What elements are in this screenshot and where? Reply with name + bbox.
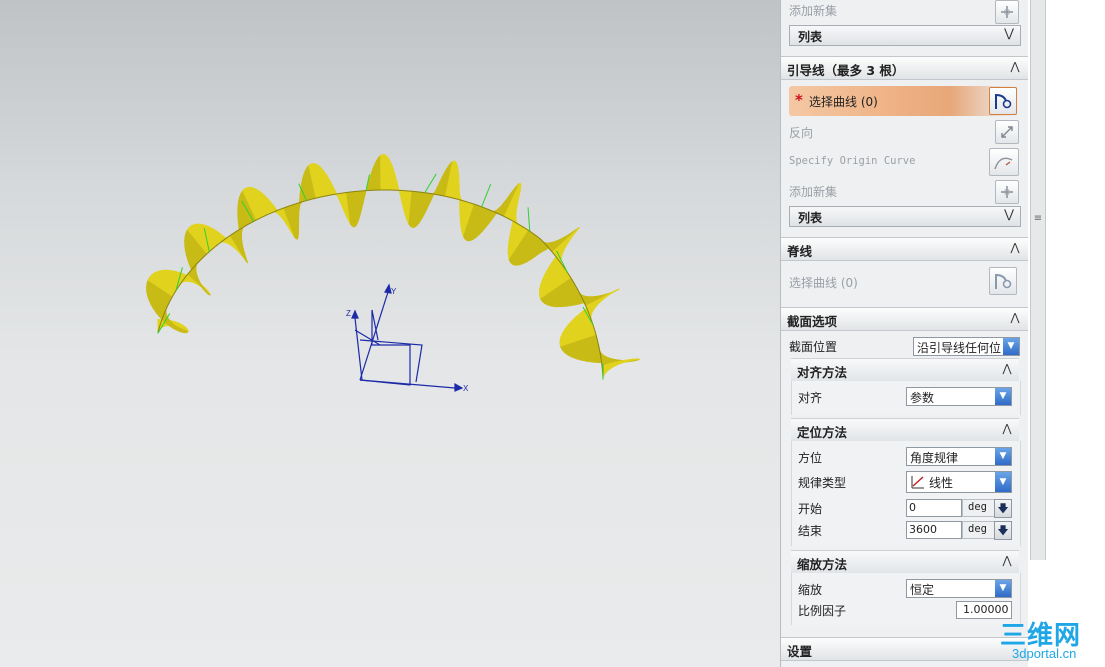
site-watermark: 三维网 3dportal.cn [1000,615,1100,667]
axis-x-label: X [463,384,469,393]
chevron-up-icon[interactable]: ⋀ [999,552,1015,570]
chevron-down-icon: ⋁ [1004,26,1014,40]
select-guide-curve-row[interactable]: * 选择曲线 (0) [789,86,1019,116]
section-spine-header[interactable]: 脊线 ⋀ [781,237,1029,261]
section-options-header[interactable]: 截面选项 ⋀ [781,307,1029,331]
add-set-icon [1001,6,1013,18]
watermark-site: 3dportal.cn [1012,646,1077,661]
scale-factor-label: 比例因子 [798,604,847,618]
axis-y-label: Y [391,287,397,296]
end-unit-label: deg [968,523,987,535]
list-bar-top[interactable]: 列表 ⋁ [789,25,1021,46]
law-type-select[interactable]: 线性 ▼ [906,471,1012,493]
graphics-viewport[interactable]: X Y Z [0,0,780,667]
origin-curve-icon [994,157,1013,170]
chevron-up-icon[interactable]: ⋀ [999,360,1015,378]
section-guides-header[interactable]: 引导线（最多 3 根） ⋀ [781,56,1029,80]
down-arrow-icon: 🡇 [997,502,1009,515]
specify-origin-curve-button[interactable] [989,148,1019,176]
section-settings-title: 设置 [787,644,813,659]
section-position-select[interactable]: 沿引导线任何位 ▼ [913,337,1020,356]
chevron-up-icon[interactable]: ⋀ [1007,239,1023,257]
scale-select[interactable]: 恒定 ▼ [906,579,1012,598]
orientation-select[interactable]: 角度规律 ▼ [906,447,1012,466]
scale-value: 恒定 [910,583,935,597]
orientation-value: 角度规律 [910,451,959,465]
section-position-label: 截面位置 [789,340,838,354]
end-options-button[interactable]: 🡇 [994,521,1012,540]
alignment-label: 对齐 [798,391,823,405]
alignment-value: 参数 [910,391,935,405]
curve-select-icon [995,273,1012,289]
orientation-method-header[interactable]: 定位方法 ⋀ [791,418,1019,441]
linear-law-icon [911,476,924,489]
down-arrow-icon: 🡇 [997,524,1009,537]
spine-select-curve-label: 选择曲线 (0) [789,276,858,290]
panel-scrollbar[interactable]: ≡ [1030,0,1046,560]
axis-z-label: Z [346,309,351,318]
dropdown-arrow-icon: ▼ [995,388,1011,405]
spine-select-curve-button[interactable] [989,267,1017,295]
orientation-label: 方位 [798,451,823,465]
scaling-method-body: 缩放 恒定 ▼ 比例因子 1.00000 [791,573,1021,625]
start-value: 0 [909,501,916,514]
chevron-up-icon[interactable]: ⋀ [999,420,1015,438]
curve-select-icon [995,93,1012,109]
alignment-method-body: 对齐 参数 ▼ [791,381,1021,415]
end-unit: deg [962,521,998,539]
scaling-method-header[interactable]: 缩放方法 ⋀ [791,550,1019,573]
select-guide-curve-label: 选择曲线 (0) [809,95,878,109]
end-value: 3600 [909,523,937,536]
chevron-down-icon: ⋁ [1004,207,1014,221]
scaling-method-title: 缩放方法 [797,557,848,572]
section-position-value: 沿引导线任何位 [917,341,1002,355]
alignment-method-header[interactable]: 对齐方法 ⋀ [791,358,1019,381]
start-label: 开始 [798,502,823,516]
end-label: 结束 [798,524,823,538]
scale-label: 缩放 [798,583,823,597]
law-type-value: 线性 [929,476,954,490]
dropdown-arrow-icon: ▼ [995,580,1011,597]
select-curve-button[interactable] [989,87,1017,115]
list-label-top: 列表 [798,30,823,44]
section-settings-header[interactable]: 设置 [781,637,1029,661]
guides-list-bar[interactable]: 列表 ⋁ [789,206,1021,227]
specify-origin-curve-label: Specify Origin Curve [789,155,916,167]
add-new-set-label-top: 添加新集 [789,4,838,18]
law-type-label: 规律类型 [798,476,847,490]
add-set-icon [1001,186,1013,198]
dropdown-arrow-icon: ▼ [1003,338,1019,355]
section-spine-title: 脊线 [787,244,813,259]
chevron-up-icon[interactable]: ⋀ [1007,58,1023,76]
chevron-up-icon[interactable]: ⋀ [1007,309,1023,327]
section-guides-title: 引导线（最多 3 根） [787,63,905,78]
scroll-grip-icon[interactable]: ≡ [1033,212,1043,226]
start-input[interactable]: 0 [906,499,962,517]
orientation-method-body: 方位 角度规律 ▼ 规律类型 线性 ▼ 开始 0 deg 🡇 结束 3600 d… [791,441,1021,546]
add-new-set-button-top[interactable] [995,0,1019,24]
alignment-select[interactable]: 参数 ▼ [906,387,1012,406]
reverse-icon [1001,126,1013,138]
add-new-set-label: 添加新集 [789,185,838,199]
start-options-button[interactable]: 🡇 [994,499,1012,518]
sweep-dialog-panel: 添加新集 列表 ⋁ 引导线（最多 3 根） ⋀ * 选择曲线 (0) 反向 Sp… [780,0,1029,667]
end-input[interactable]: 3600 [906,521,962,539]
add-new-set-button[interactable] [995,180,1019,204]
dropdown-arrow-icon: ▼ [995,472,1011,492]
dropdown-arrow-icon: ▼ [995,448,1011,465]
alignment-method-title: 对齐方法 [797,365,848,380]
required-asterisk: * [795,91,803,109]
guides-list-label: 列表 [798,211,823,225]
section-options-title: 截面选项 [787,314,838,329]
start-unit: deg [962,499,998,517]
orientation-method-title: 定位方法 [797,425,848,440]
start-unit-label: deg [968,501,987,513]
coordinate-triad: X Y Z [346,283,469,393]
reverse-direction-button[interactable] [995,120,1019,144]
reverse-label: 反向 [789,126,814,140]
